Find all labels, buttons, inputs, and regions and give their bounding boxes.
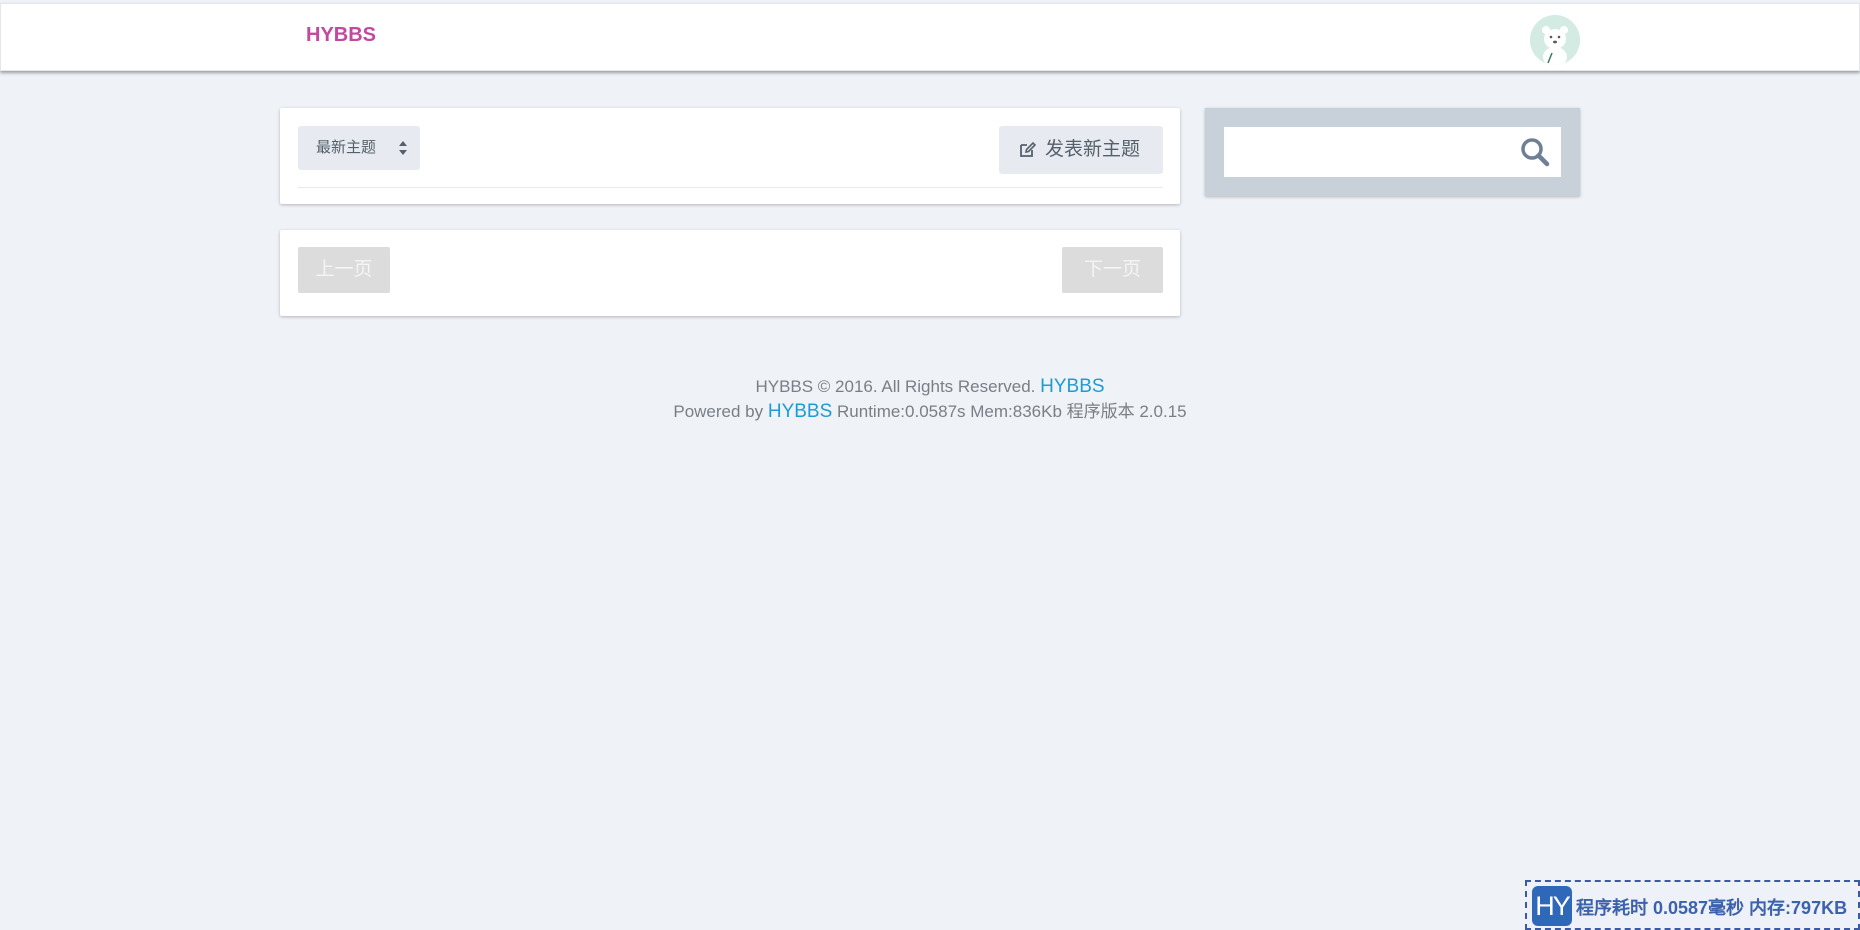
sort-updown-icon [399, 141, 407, 155]
bear-avatar-icon [1530, 15, 1580, 65]
new-topic-button[interactable]: 发表新主题 [999, 126, 1163, 174]
new-topic-label: 发表新主题 [1045, 139, 1141, 160]
topics-card: 最新主题 发表新主题 [280, 108, 1180, 204]
debug-logo: HY [1532, 886, 1572, 926]
sort-select[interactable]: 最新主题 [298, 126, 420, 170]
prev-page-button[interactable]: 上一页 [298, 247, 390, 293]
sort-label: 最新主题 [316, 139, 377, 156]
runtime-text: Runtime:0.0587s Mem:836Kb 程序版本 2.0.15 [832, 402, 1187, 421]
powered-prefix: Powered by [673, 402, 768, 421]
copyright-text: HYBBS © 2016. All Rights Reserved. [755, 377, 1041, 396]
search-input[interactable] [1224, 127, 1514, 177]
search-icon[interactable] [1519, 136, 1551, 168]
search-panel [1205, 108, 1580, 196]
footer: HYBBS © 2016. All Rights Reserved. HYBBS… [280, 374, 1580, 424]
top-header: HYBBS [0, 3, 1860, 71]
debug-stats: 程序耗时 0.0587毫秒 内存:797KB [1576, 898, 1848, 918]
footer-powered: Powered by HYBBS Runtime:0.0587s Mem:836… [280, 399, 1580, 424]
user-avatar[interactable] [1530, 15, 1580, 65]
powered-link[interactable]: HYBBS [768, 401, 832, 422]
search-box [1224, 127, 1561, 177]
edit-icon [1020, 141, 1036, 157]
pager-card: 上一页 下一页 [280, 230, 1180, 316]
copyright-link[interactable]: HYBBS [1040, 376, 1104, 397]
topics-divider [298, 187, 1163, 188]
site-logo[interactable]: HYBBS [306, 24, 376, 47]
next-page-button[interactable]: 下一页 [1062, 247, 1163, 293]
debug-badge[interactable]: HY 程序耗时 0.0587毫秒 内存:797KB [1525, 880, 1860, 930]
footer-copyright: HYBBS © 2016. All Rights Reserved. HYBBS [280, 374, 1580, 399]
